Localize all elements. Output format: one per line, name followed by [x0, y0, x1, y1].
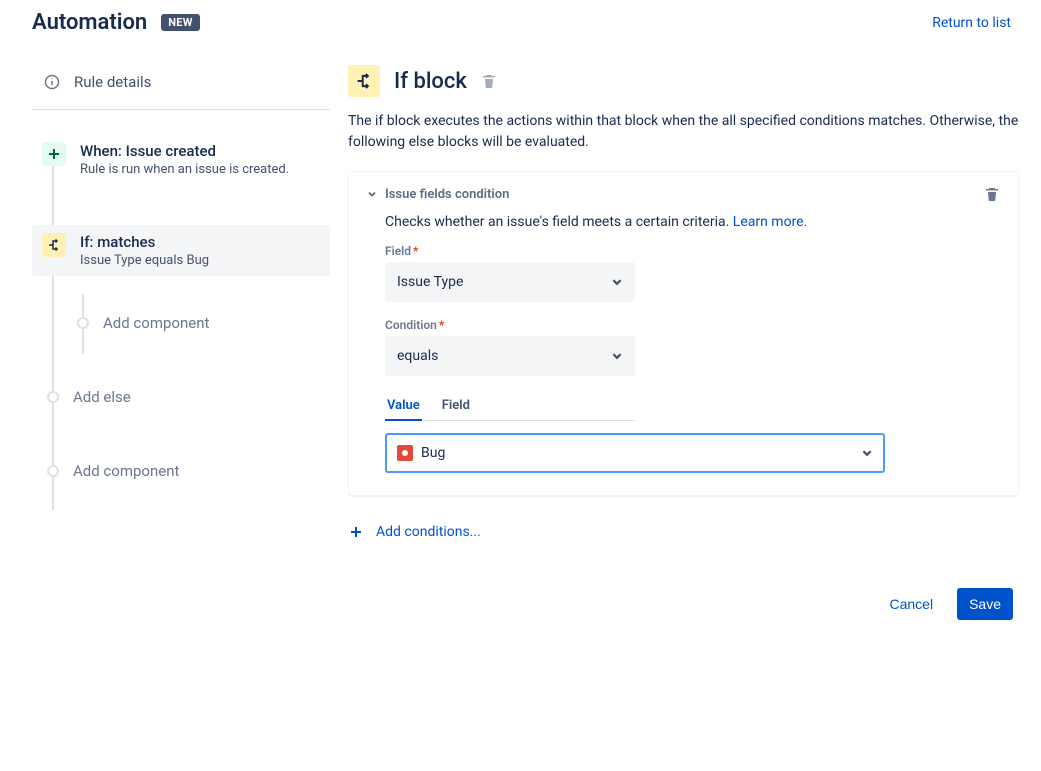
footer-actions: Cancel Save [348, 588, 1019, 620]
main-description: The if block executes the actions within… [348, 111, 1019, 153]
plus-icon [42, 142, 66, 166]
field-select[interactable]: Issue Type [385, 262, 635, 302]
condition-label: Condition* [385, 318, 1000, 332]
rule-sidebar: Rule details When: Issue created Rule is… [0, 43, 330, 771]
tab-field[interactable]: Field [440, 392, 472, 421]
add-else[interactable]: Add else [32, 380, 330, 414]
rule-details-label: Rule details [74, 73, 151, 91]
chevron-down-icon [861, 447, 873, 459]
main-panel: If block The if block executes the actio… [330, 43, 1041, 771]
delete-condition-button[interactable] [984, 186, 1000, 202]
rule-details-item[interactable]: Rule details [32, 65, 330, 110]
condition-card: Issue fields condition Checks whether an… [348, 171, 1019, 496]
field-label: Field* [385, 244, 1000, 258]
trigger-subtitle: Rule is run when an issue is created. [80, 162, 289, 177]
plus-icon [348, 524, 364, 540]
delete-block-button[interactable] [481, 73, 497, 89]
main-title: If block [394, 69, 467, 94]
branch-icon [348, 65, 380, 97]
page-title: Automation [32, 10, 147, 35]
new-badge: NEW [161, 14, 199, 31]
condition-title: If: matches [80, 233, 209, 251]
tab-value[interactable]: Value [385, 392, 422, 421]
condition-subtitle: Issue Type equals Bug [80, 253, 209, 268]
page-header: Automation NEW Return to list [0, 0, 1041, 43]
branch-icon [42, 233, 66, 257]
add-conditions-button[interactable]: Add conditions... [348, 524, 1019, 540]
chevron-down-icon [611, 276, 623, 288]
condition-item[interactable]: If: matches Issue Type equals Bug [32, 225, 330, 276]
trigger-title: When: Issue created [80, 142, 289, 160]
add-component-inner[interactable]: Add component [32, 306, 330, 340]
cancel-button[interactable]: Cancel [877, 588, 945, 620]
card-description: Checks whether an issue's field meets a … [385, 214, 1000, 230]
value-select[interactable]: Bug [385, 433, 885, 473]
chevron-down-icon [367, 189, 377, 199]
info-icon [44, 74, 60, 90]
value-tabs: Value Field [385, 392, 635, 421]
save-button[interactable]: Save [957, 588, 1013, 620]
card-collapse-toggle[interactable]: Issue fields condition [367, 187, 509, 202]
chevron-down-icon [611, 350, 623, 362]
condition-select[interactable]: equals [385, 336, 635, 376]
card-title: Issue fields condition [385, 187, 509, 202]
add-component[interactable]: Add component [32, 454, 330, 488]
learn-more-link[interactable]: Learn more. [733, 214, 808, 230]
bug-icon [397, 445, 413, 461]
return-to-list-link[interactable]: Return to list [932, 15, 1011, 31]
trigger-item[interactable]: When: Issue created Rule is run when an … [32, 134, 330, 185]
